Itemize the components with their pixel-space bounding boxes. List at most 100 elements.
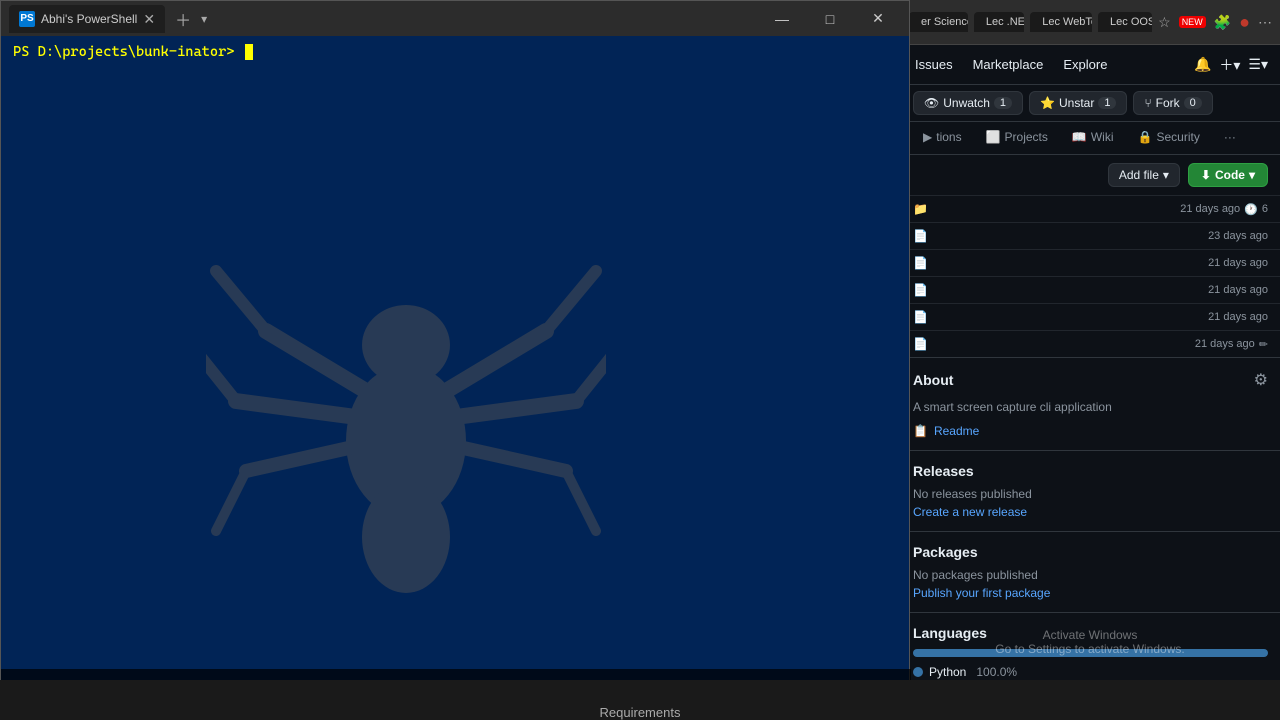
about-description: A smart screen capture cli application: [913, 398, 1268, 416]
tab-label-4: Lec OOSE: [1110, 16, 1152, 28]
star-label: Unstar: [1059, 96, 1094, 110]
releases-section: Releases No releases published Create a …: [901, 451, 1280, 532]
tab-label-2: Lec .NET: [986, 16, 1024, 28]
readme-link[interactable]: 📋 Readme: [913, 424, 1268, 438]
repo-tabs: ▶ tions ⬜ Projects 📖 Wiki 🔒 Security ···: [901, 122, 1280, 155]
tab-projects[interactable]: ⬜ Projects: [976, 122, 1058, 154]
file-list-header: Add file ▾ ⬇ Code ▾: [901, 155, 1280, 195]
code-chevron: ▾: [1249, 168, 1255, 182]
tab-more[interactable]: ···: [1214, 122, 1246, 154]
no-packages-text: No packages published: [913, 568, 1268, 582]
file-row[interactable]: 📄 21 days ago ✏: [901, 330, 1280, 357]
add-file-label: Add file: [1119, 168, 1159, 182]
file-row[interactable]: 📄 21 days ago: [901, 276, 1280, 303]
extensions-icon[interactable]: 🧩: [1214, 14, 1231, 31]
file-icon: 📄: [913, 256, 928, 270]
terminal-tab-label: Abhi's PowerShell: [41, 12, 137, 26]
browser-tab-2[interactable]: Lec .NET: [974, 12, 1024, 32]
wiki-icon: 📖: [1072, 130, 1087, 144]
terminal-tab-close[interactable]: ✕: [143, 12, 155, 26]
create-release-link[interactable]: Create a new release: [913, 505, 1268, 519]
file-age-5: 21 days ago: [1208, 311, 1268, 323]
browser-tab-3[interactable]: Lec WebTech: [1030, 12, 1092, 32]
file-age-6: 21 days ago ✏: [1195, 338, 1268, 351]
readme-icon: 📋: [913, 424, 928, 438]
nav-marketplace[interactable]: Marketplace: [971, 53, 1046, 76]
file-row[interactable]: 📄 21 days ago: [901, 303, 1280, 330]
file-age-4: 21 days ago: [1208, 284, 1268, 296]
powershell-icon: PS: [19, 11, 35, 27]
screen-taskbar: Requirements: [0, 680, 1280, 720]
terminal-tab[interactable]: PS Abhi's PowerShell ✕: [9, 5, 165, 33]
github-nav: Issues Marketplace Explore 🔔 ＋▾ ☰▾: [901, 45, 1280, 85]
spider-logo: [181, 186, 631, 616]
user-menu-icon[interactable]: ☰▾: [1248, 56, 1268, 73]
file-age-3: 21 days ago: [1208, 257, 1268, 269]
new-tab-button[interactable]: ＋: [169, 5, 197, 33]
clock-icon: 🕐: [1244, 203, 1258, 216]
about-header: About ⚙: [913, 370, 1268, 390]
file-row[interactable]: 📄 23 days ago: [901, 222, 1280, 249]
star-count: 1: [1098, 97, 1116, 109]
repo-actions: 👁 Unwatch 1 ⭐ Unstar 1 ⑂ Fork 0: [901, 85, 1280, 122]
terminal-body[interactable]: PS D:\projects\bunk-inator>: [1, 36, 909, 709]
star-button[interactable]: ⭐ Unstar 1: [1029, 91, 1127, 115]
profile-icon[interactable]: ●: [1239, 12, 1250, 33]
file-row[interactable]: 📁 21 days ago 🕐 6: [901, 195, 1280, 222]
add-file-button[interactable]: Add file ▾: [1108, 163, 1180, 187]
packages-title: Packages: [913, 544, 1268, 560]
file-icon: 📄: [913, 310, 928, 324]
terminal-titlebar: PS Abhi's PowerShell ✕ ＋ ▾ — □ ✕: [1, 1, 909, 36]
file-icon: 📁: [913, 202, 928, 216]
tab-actions[interactable]: ▶ tions: [913, 122, 972, 154]
edit-icon[interactable]: ✏: [1259, 338, 1268, 351]
terminal-window[interactable]: PS Abhi's PowerShell ✕ ＋ ▾ — □ ✕ PS D:\p…: [0, 0, 910, 710]
plus-icon[interactable]: ＋▾: [1219, 55, 1240, 75]
terminal-cursor: [245, 44, 253, 60]
file-row[interactable]: 📄 21 days ago: [901, 249, 1280, 276]
more-options-icon[interactable]: ⋯: [1258, 14, 1272, 31]
python-percent: 100.0%: [976, 665, 1017, 679]
publish-package-link[interactable]: Publish your first package: [913, 586, 1268, 600]
bookmark-icon[interactable]: ☆: [1158, 14, 1171, 31]
file-icon: 📄: [913, 337, 928, 351]
browser-tab-4[interactable]: Lec OOSE: [1098, 12, 1152, 32]
fork-count: 0: [1184, 97, 1202, 109]
actions-icon: ▶: [923, 130, 932, 144]
tab-label-3: Lec WebTech: [1042, 16, 1092, 28]
unwatch-button[interactable]: 👁 Unwatch 1: [913, 91, 1023, 115]
security-icon: 🔒: [1138, 130, 1153, 144]
nav-issues[interactable]: Issues: [913, 53, 955, 76]
nav-explore[interactable]: Explore: [1061, 53, 1109, 76]
file-icon: 📄: [913, 283, 928, 297]
file-age-2: 23 days ago: [1208, 230, 1268, 242]
readme-label: Readme: [934, 424, 979, 438]
file-icon: 📄: [913, 229, 928, 243]
maximize-button[interactable]: □: [807, 1, 853, 36]
about-section: About ⚙ A smart screen capture cli appli…: [901, 358, 1280, 451]
unwatch-count: 1: [994, 97, 1012, 109]
notifications-icon[interactable]: 🔔: [1194, 56, 1211, 73]
language-bar: [913, 649, 1268, 657]
tab-wiki[interactable]: 📖 Wiki: [1062, 122, 1124, 154]
file-list: Add file ▾ ⬇ Code ▾ 📁 21 days ago 🕐 6 📄 …: [901, 155, 1280, 358]
settings-icon[interactable]: ⚙: [1254, 370, 1268, 390]
tab-security[interactable]: 🔒 Security: [1128, 122, 1210, 154]
fork-label: Fork: [1156, 96, 1180, 110]
file-age-1: 21 days ago 🕐 6: [1180, 203, 1268, 216]
window-controls: — □ ✕: [759, 1, 901, 36]
code-button[interactable]: ⬇ Code ▾: [1188, 163, 1268, 187]
language-item-python: Python 100.0%: [913, 665, 1268, 679]
minimize-button[interactable]: —: [759, 1, 805, 36]
tab-dropdown-button[interactable]: ▾: [201, 12, 207, 26]
releases-title: Releases: [913, 463, 1268, 479]
eye-icon: 👁: [924, 96, 939, 110]
unwatch-label: Unwatch: [943, 96, 990, 110]
languages-title: Languages: [913, 625, 1268, 641]
star-icon: ⭐: [1040, 96, 1055, 110]
terminal-prompt: PS D:\projects\bunk-inator>: [13, 44, 243, 60]
fork-button[interactable]: ⑂ Fork 0: [1133, 91, 1212, 115]
fork-icon: ⑂: [1144, 96, 1151, 110]
browser-tab-1[interactable]: er Science...: [909, 12, 968, 32]
close-button[interactable]: ✕: [855, 1, 901, 36]
